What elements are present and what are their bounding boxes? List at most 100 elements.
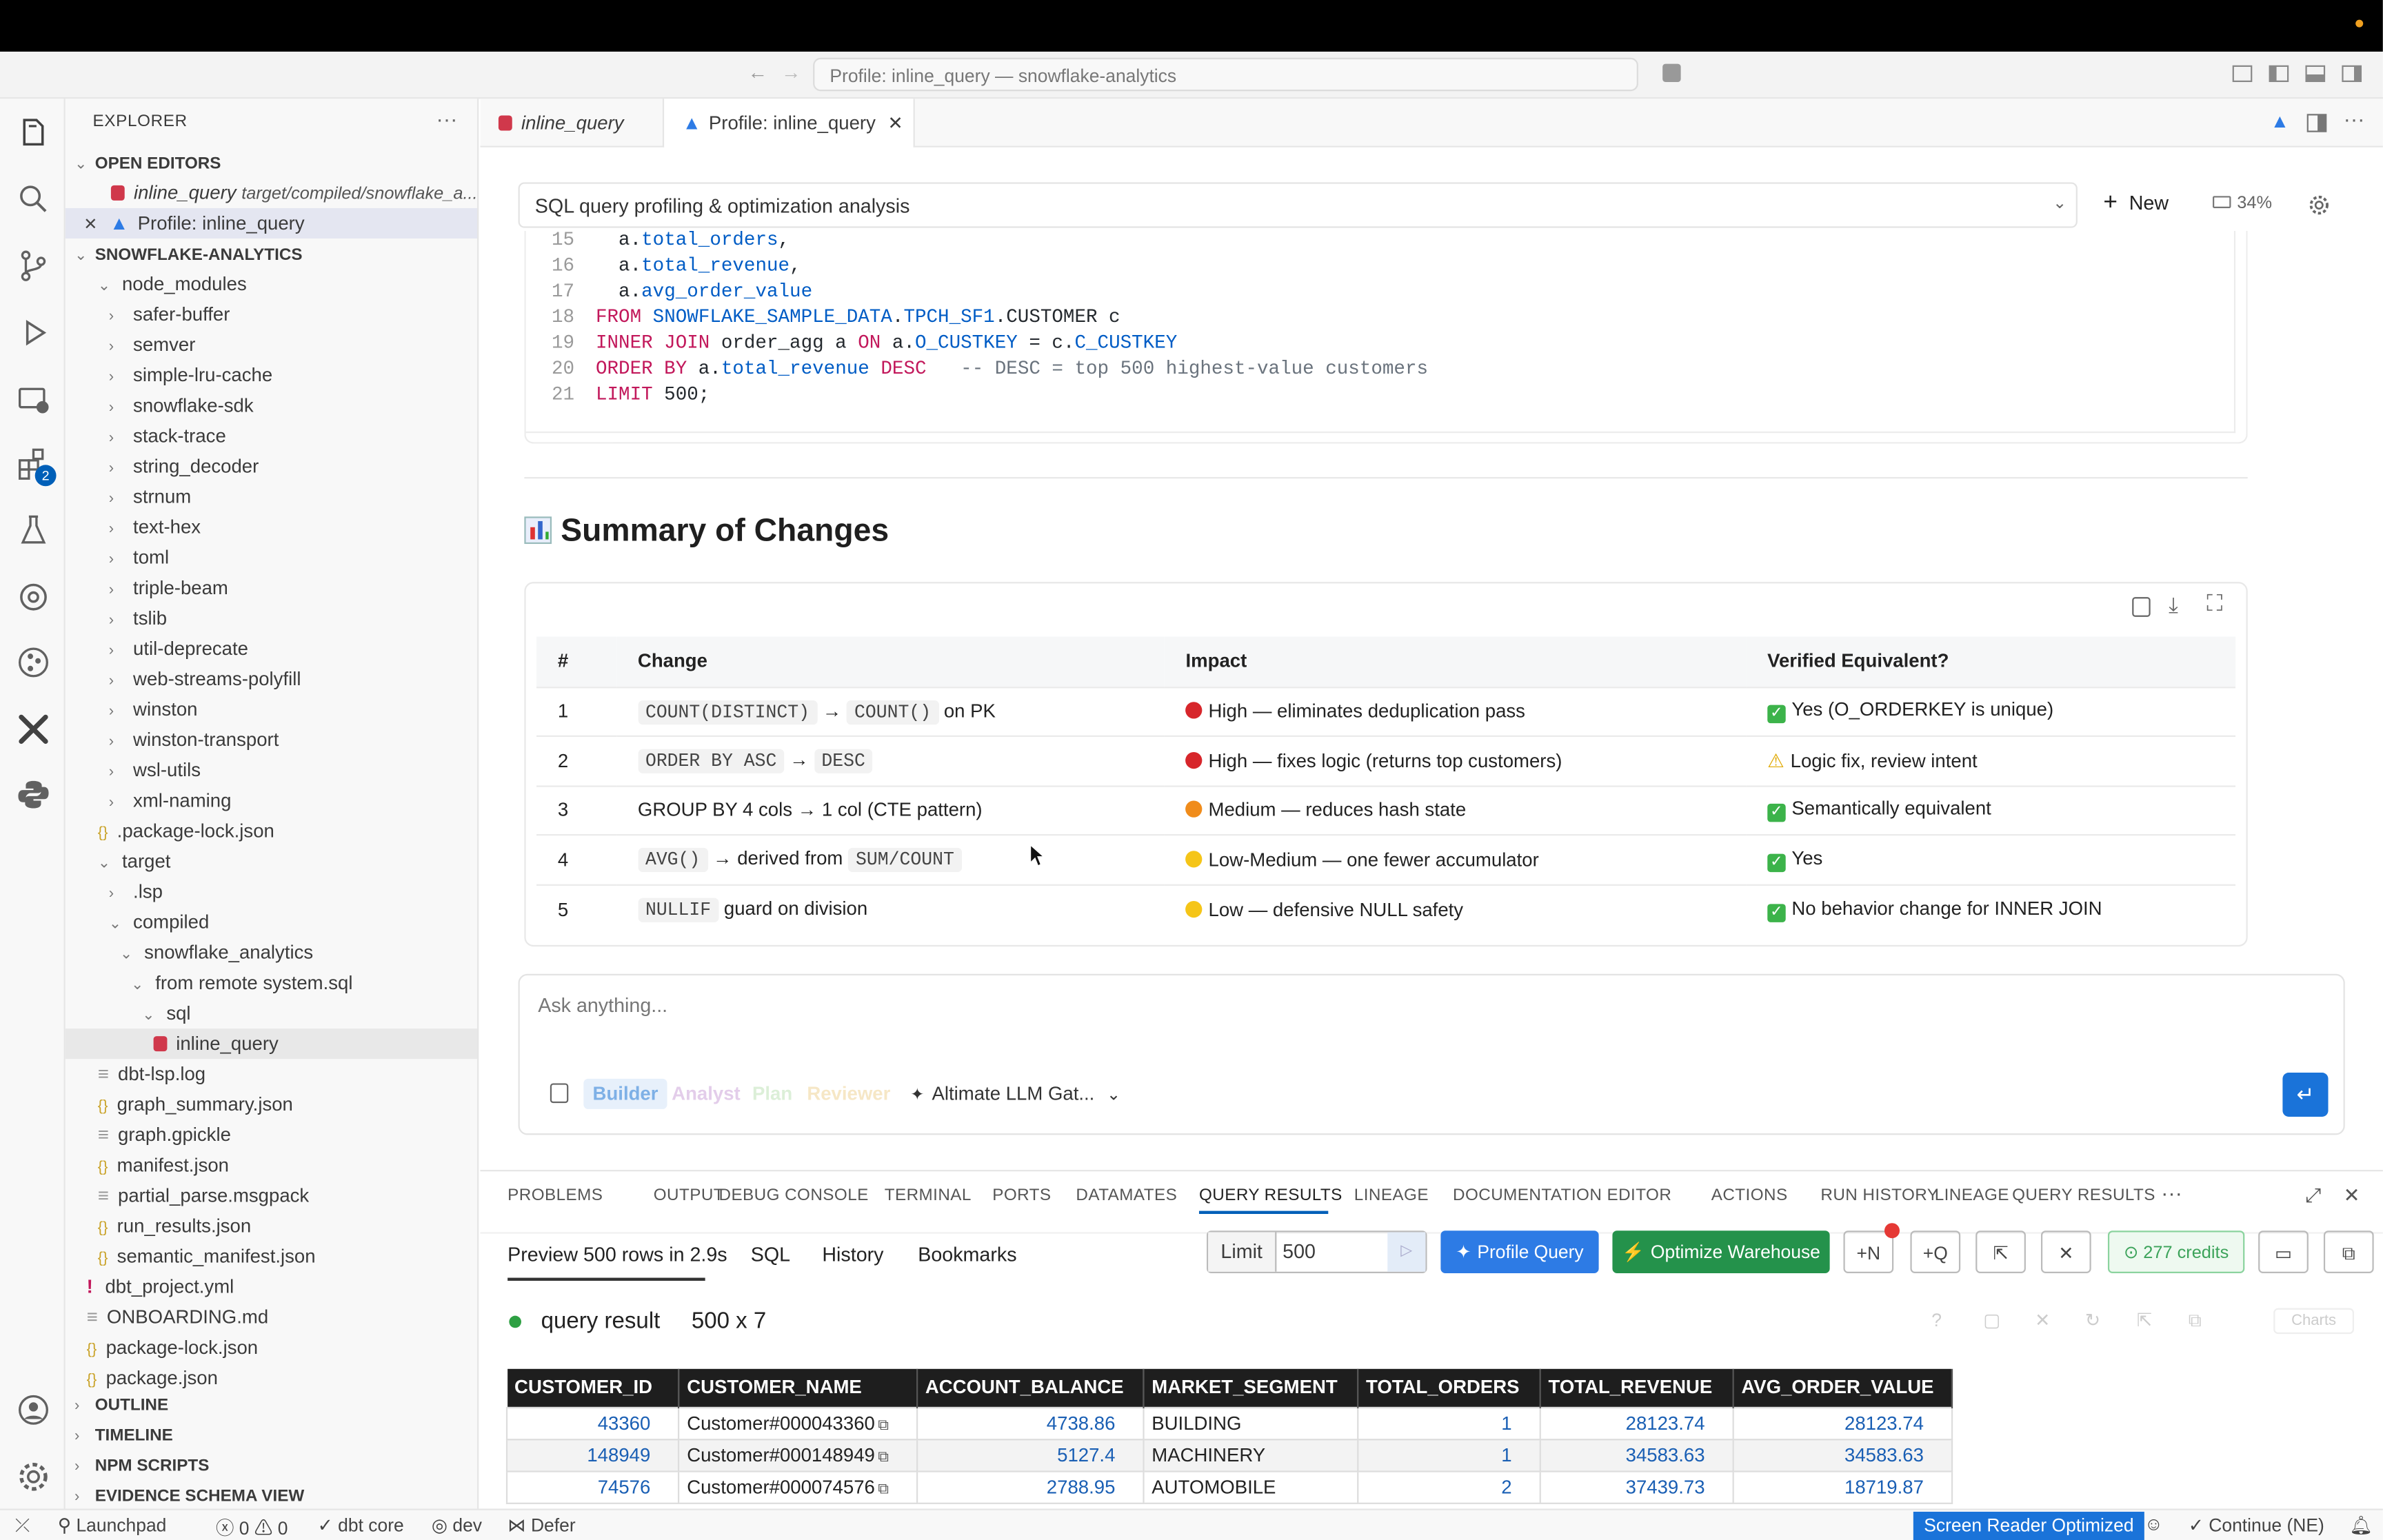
tree-item[interactable]: › wsl-utils: [66, 755, 477, 785]
tree-item[interactable]: ⌄ node_modules: [66, 269, 477, 299]
tree-item[interactable]: {} manifest.json: [66, 1150, 477, 1180]
tree-item[interactable]: › safer-buffer: [66, 299, 477, 330]
tree-item[interactable]: › string_decoder: [66, 452, 477, 482]
tree-item[interactable]: ⌄ compiled: [66, 907, 477, 938]
mode-builder[interactable]: Builder: [583, 1078, 667, 1109]
bell-icon[interactable]: 🔔︎: [2349, 1514, 2373, 1536]
results-row[interactable]: 148949 Customer#000148949 ⧉ 5127.4 MACHINERY…: [505, 1438, 1953, 1472]
altimate-icon[interactable]: ▲: [2271, 111, 2289, 132]
command-center[interactable]: Profile: inline_query — snowflake-analyt…: [813, 57, 1638, 92]
tree-item[interactable]: › .lsp: [66, 877, 477, 907]
maximize-panel-icon[interactable]: ⤢: [2305, 1184, 2321, 1208]
results-cell[interactable]: 5127.4: [916, 1438, 1145, 1472]
layout-icon[interactable]: [2232, 65, 2253, 83]
tree-item[interactable]: ≡ dbt-lsp.log: [66, 1059, 477, 1089]
results-cell[interactable]: 18719.87: [1732, 1470, 1953, 1503]
tree-item[interactable]: › tslib: [66, 603, 477, 634]
panel-tab[interactable]: RUN HISTORY: [1820, 1186, 1938, 1204]
results-column-header[interactable]: CUSTOMER_NAME: [678, 1368, 918, 1407]
tree-item[interactable]: ⌄ from remote system.sql: [66, 968, 477, 998]
tree-item[interactable]: ≡ graph.gpickle: [66, 1119, 477, 1150]
results-subtab[interactable]: Preview 500 rows in 2.9s: [507, 1243, 727, 1266]
tree-item[interactable]: › winston-transport: [66, 725, 477, 755]
accounts-icon[interactable]: [1662, 63, 1681, 83]
new-button[interactable]: + New: [2103, 190, 2169, 218]
tree-item[interactable]: {} .package-lock.json: [66, 816, 477, 847]
mode-analyst[interactable]: Analyst: [672, 1083, 741, 1104]
results-column-header[interactable]: ACCOUNT_BALANCE: [916, 1368, 1145, 1407]
tree-item[interactable]: {} graph_summary.json: [66, 1089, 477, 1119]
results-cell[interactable]: 148949: [505, 1438, 680, 1472]
panel-tab[interactable]: DOCUMENTATION EDITOR: [1453, 1186, 1671, 1204]
open-editors-header[interactable]: ⌄ OPEN EDITORS: [66, 148, 477, 178]
project-header[interactable]: ⌄ SNOWFLAKE-ANALYTICS: [66, 239, 477, 269]
tree-item[interactable]: {} run_results.json: [66, 1211, 477, 1242]
results-cell[interactable]: 1: [1356, 1406, 1541, 1440]
results-cell[interactable]: 43360: [505, 1406, 680, 1440]
tree-item[interactable]: › stack-trace: [66, 421, 477, 452]
results-cell[interactable]: 37439.73: [1539, 1470, 1734, 1503]
clear-icon[interactable]: ✕: [2040, 1230, 2091, 1273]
analysis-select[interactable]: SQL query profiling & optimization analy…: [518, 182, 2078, 228]
timeline-section[interactable]: › TIMELINE: [66, 1419, 477, 1450]
npm-scripts-section[interactable]: › NPM SCRIPTS: [66, 1450, 477, 1480]
settings-icon[interactable]: [2307, 193, 2331, 217]
testing-icon[interactable]: [15, 512, 52, 549]
open-editor-profile[interactable]: ✕ ▲ Profile: inline_query: [65, 207, 478, 239]
tree-item[interactable]: {} package-lock.json: [66, 1333, 477, 1363]
panel-tab[interactable]: QUERY RESULTS: [2012, 1186, 2155, 1204]
dbt-icon[interactable]: [15, 711, 52, 747]
continue-item[interactable]: ✓ Continue (NE): [2189, 1514, 2324, 1536]
results-cell[interactable]: 2: [1356, 1470, 1541, 1503]
external-link-icon[interactable]: ⧉: [878, 1481, 889, 1497]
back-arrow-icon[interactable]: ←: [747, 61, 767, 83]
external-link-icon[interactable]: ⧉: [878, 1417, 889, 1433]
panel-tab[interactable]: ACTIONS: [1711, 1186, 1788, 1204]
limit-input[interactable]: 500: [1283, 1232, 1389, 1271]
external-link-icon[interactable]: ⧉: [878, 1449, 889, 1466]
results-subtab[interactable]: SQL: [751, 1243, 790, 1266]
charts-button[interactable]: Charts: [2273, 1308, 2354, 1335]
panel-tab[interactable]: LINEAGE: [1354, 1186, 1429, 1204]
tree-item[interactable]: ≡ partial_parse.msgpack: [66, 1181, 477, 1211]
panel-tab[interactable]: QUERY RESULTS: [1199, 1186, 1343, 1204]
add-notebook-button[interactable]: +N: [1843, 1230, 1894, 1273]
tree-item[interactable]: ⌄ sql: [66, 998, 477, 1029]
search-icon[interactable]: [15, 181, 52, 217]
tree-item[interactable]: ! dbt_project.yml: [66, 1272, 477, 1302]
results-column-header[interactable]: MARKET_SEGMENT: [1143, 1368, 1359, 1407]
toggle-panel-icon[interactable]: [2305, 65, 2326, 83]
launchpad-item[interactable]: ⚲ Launchpad: [58, 1514, 167, 1536]
results-column-header[interactable]: TOTAL_REVENUE: [1540, 1368, 1734, 1407]
files-icon[interactable]: [15, 116, 52, 152]
close-panel-icon[interactable]: ✕: [2344, 1184, 2360, 1208]
tree-item[interactable]: › triple-beam: [66, 573, 477, 603]
results-row[interactable]: 74576 Customer#000074576 ⧉ 2788.95 AUTOMOBIL…: [505, 1470, 1953, 1503]
results-cell[interactable]: Customer#000074576 ⧉: [677, 1470, 918, 1503]
more-actions-icon[interactable]: ···: [2161, 1181, 2182, 1205]
toolbar-icon[interactable]: ?: [1931, 1310, 1942, 1331]
toggle-secondary-icon[interactable]: [2342, 65, 2362, 83]
env-item[interactable]: ◎ dev: [432, 1514, 482, 1536]
close-icon[interactable]: ✕: [888, 112, 903, 134]
tree-item[interactable]: ⌄ target: [66, 847, 477, 877]
results-row[interactable]: 43360 Customer#000043360 ⧉ 4738.86 BUILDING 1…: [505, 1406, 1953, 1440]
tree-item[interactable]: ⌄ snowflake_analytics: [66, 938, 477, 968]
run-debug-icon[interactable]: [15, 314, 52, 351]
more-actions-icon[interactable]: ···: [436, 106, 458, 130]
copy-icon[interactable]: ⧉: [2189, 1310, 2202, 1333]
tree-item[interactable]: › semver: [66, 330, 477, 360]
tree-item[interactable]: › web-streams-polyfill: [66, 664, 477, 694]
mode-reviewer[interactable]: Reviewer: [807, 1083, 890, 1104]
results-cell[interactable]: 34583.63: [1732, 1438, 1953, 1472]
tree-item[interactable]: ≡ ONBOARDING.md: [66, 1302, 477, 1333]
python-icon[interactable]: [15, 776, 52, 813]
panel-tab[interactable]: DEBUG CONSOLE: [718, 1186, 868, 1204]
open-editor-inline-query[interactable]: inline_query target/compiled/snowflake_a…: [66, 178, 477, 208]
help-icon[interactable]: ⧉: [2323, 1230, 2374, 1273]
run-icon[interactable]: ▷: [1387, 1232, 1426, 1272]
export-icon[interactable]: ⇱: [2137, 1310, 2152, 1331]
split-editor-icon[interactable]: [2306, 114, 2327, 132]
results-cell[interactable]: Customer#000148949 ⧉: [677, 1438, 918, 1472]
source-control-icon[interactable]: [15, 247, 52, 284]
